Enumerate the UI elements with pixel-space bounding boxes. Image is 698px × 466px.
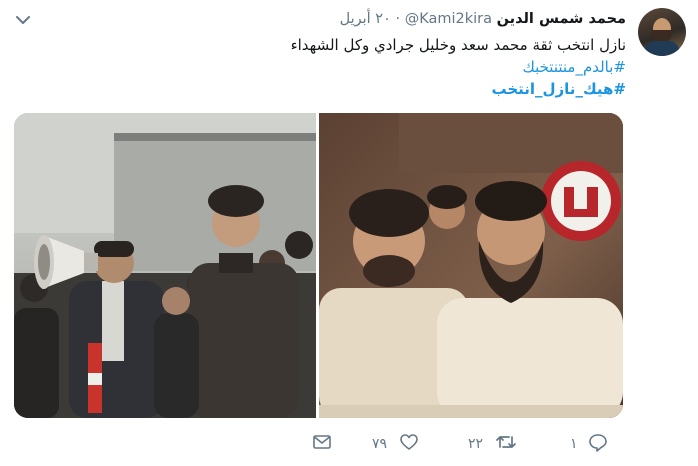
tweet-header: محمد شمس الدين @Kami2kira · ٢٠ أبريل: [66, 8, 626, 30]
hashtag-link[interactable]: #بالدم_منتنتخبك: [522, 58, 626, 76]
author-handle[interactable]: @Kami2kira: [405, 11, 492, 27]
reply-icon: [588, 432, 608, 456]
portrait-photo: [319, 113, 623, 418]
media-photo-right[interactable]: [319, 113, 623, 418]
rally-photo: [14, 113, 316, 418]
reply-count: ١: [570, 436, 578, 452]
media-photo-left[interactable]: [14, 113, 316, 418]
tweet-media[interactable]: [14, 113, 623, 418]
retweet-button[interactable]: ٢٢: [468, 430, 517, 458]
tweet-card[interactable]: محمد شمس الدين @Kami2kira · ٢٠ أبريل ناز…: [0, 0, 698, 466]
avatar-shirt: [644, 41, 680, 56]
retweet-icon: [495, 432, 517, 456]
chevron-down-icon[interactable]: [14, 12, 32, 28]
envelope-icon: [312, 432, 332, 456]
like-button[interactable]: ٧٩: [372, 430, 419, 458]
separator-dot: ·: [395, 11, 401, 27]
tweet-actions: ١ ٢٢ ٧٩: [0, 430, 698, 458]
hashtag-link[interactable]: #هيك_نازل_انتخب: [491, 80, 626, 98]
tweet-text: نازل انتخب ثقة محمد سعد وخليل جرادي وكل …: [66, 34, 626, 100]
direct-message-button[interactable]: [312, 430, 332, 458]
author-name[interactable]: محمد شمس الدين: [497, 11, 626, 27]
retweet-count: ٢٢: [468, 436, 484, 452]
tweet-timestamp[interactable]: ٢٠ أبريل: [340, 11, 391, 27]
heart-icon: [399, 432, 419, 456]
avatar[interactable]: [638, 8, 686, 56]
reply-button[interactable]: ١: [570, 430, 608, 458]
tweet-text-line: نازل انتخب ثقة محمد سعد وخليل جرادي وكل …: [290, 36, 626, 54]
like-count: ٧٩: [372, 436, 388, 452]
